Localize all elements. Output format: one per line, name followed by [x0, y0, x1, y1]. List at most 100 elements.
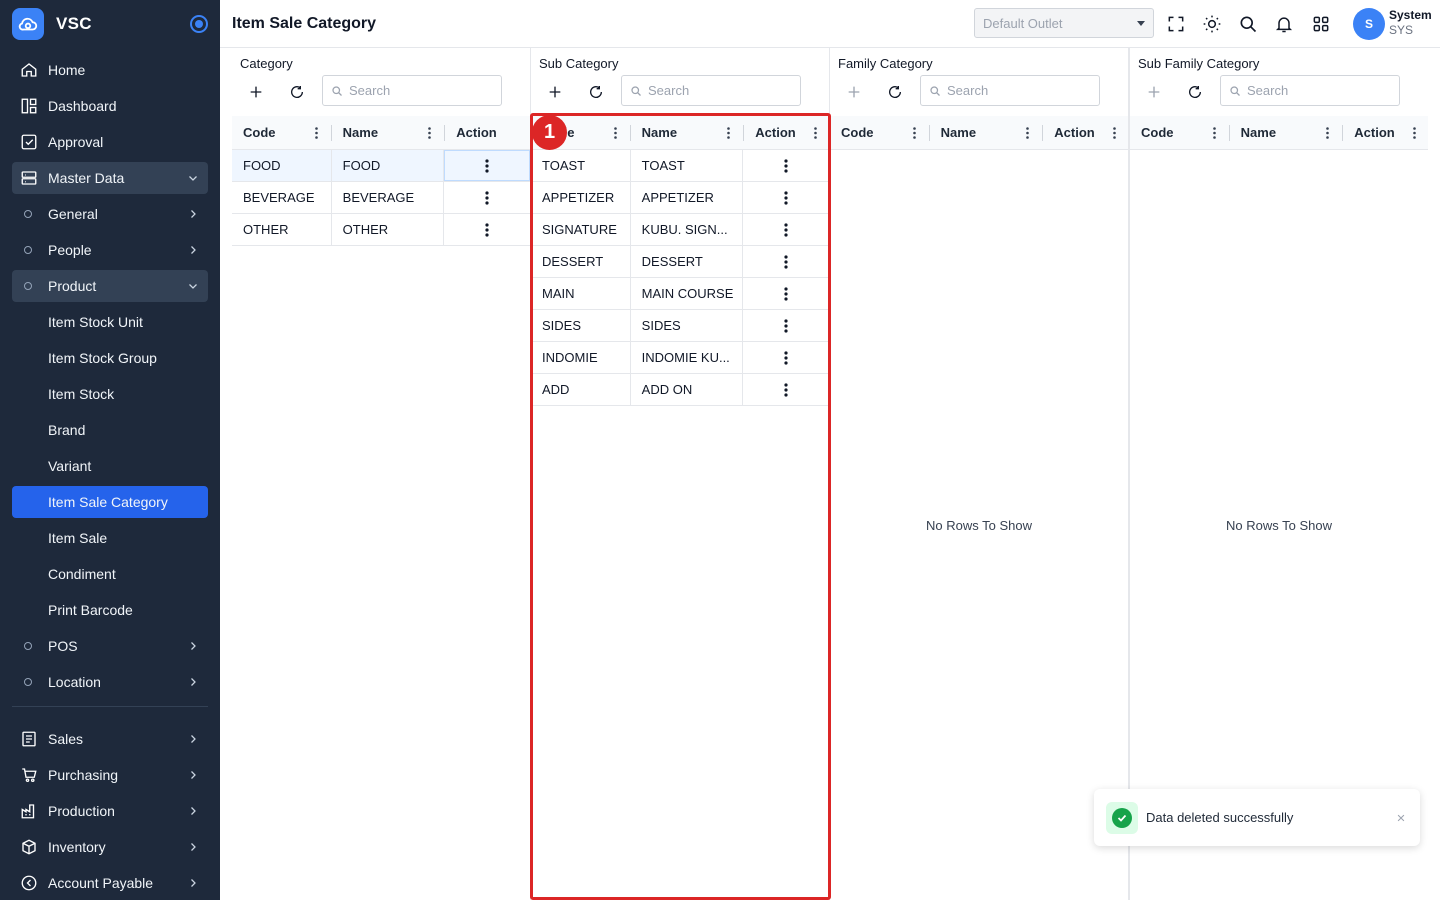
- bell-icon[interactable]: [1272, 12, 1296, 36]
- row-actions-button[interactable]: [743, 182, 829, 213]
- column-header-name[interactable]: Name: [930, 116, 1044, 149]
- column-menu-icon[interactable]: [814, 127, 817, 139]
- row-actions-button[interactable]: [743, 150, 829, 181]
- add-icon[interactable]: [543, 80, 567, 104]
- column-menu-icon[interactable]: [1212, 127, 1216, 139]
- column-menu-icon[interactable]: [1413, 127, 1416, 139]
- column-menu-icon[interactable]: [912, 127, 916, 139]
- search-input[interactable]: Search: [1220, 75, 1400, 106]
- column-header-action[interactable]: Action: [445, 116, 530, 149]
- row-actions-button[interactable]: [743, 342, 829, 373]
- row-actions-button[interactable]: [444, 150, 530, 181]
- column-menu-icon[interactable]: [314, 127, 318, 139]
- add-icon[interactable]: [1142, 80, 1166, 104]
- sidebar-toggle-icon[interactable]: [190, 15, 208, 33]
- table-row[interactable]: SIGNATURE KUBU. SIGN...: [531, 214, 829, 246]
- row-actions-button[interactable]: [743, 214, 829, 245]
- column-menu-icon[interactable]: [428, 127, 432, 139]
- kebab-menu-icon: [485, 190, 489, 205]
- sidebar-item-approval[interactable]: Approval: [12, 126, 208, 158]
- add-icon[interactable]: [842, 80, 866, 104]
- sidebar-item-account-payable[interactable]: Account Payable: [12, 867, 208, 899]
- column-header-code[interactable]: Code: [1130, 116, 1230, 149]
- row-actions-button[interactable]: [743, 278, 829, 309]
- apps-grid-icon[interactable]: [1309, 12, 1333, 36]
- refresh-icon[interactable]: [285, 80, 309, 104]
- sidebar-item-item-sale-category[interactable]: Item Sale Category: [12, 486, 208, 518]
- fullscreen-icon[interactable]: [1164, 12, 1188, 36]
- sidebar-item-home[interactable]: Home: [12, 54, 208, 86]
- table-row[interactable]: APPETIZER APPETIZER: [531, 182, 829, 214]
- column-header-code[interactable]: Code: [232, 116, 332, 149]
- search-input[interactable]: Search: [920, 75, 1100, 106]
- sidebar-item-item-sale[interactable]: Item Sale: [12, 522, 208, 554]
- table-row[interactable]: ADD ADD ON: [531, 374, 829, 406]
- search-input[interactable]: Search: [322, 75, 502, 106]
- column-header-name[interactable]: Name: [631, 116, 745, 149]
- sidebar-item-item-stock-unit[interactable]: Item Stock Unit: [12, 306, 208, 338]
- sidebar-item-sales[interactable]: Sales: [12, 723, 208, 755]
- sidebar-item-production[interactable]: Production: [12, 795, 208, 827]
- column-menu-icon[interactable]: [1113, 127, 1116, 139]
- table-row[interactable]: MAIN MAIN COURSE: [531, 278, 829, 310]
- column-menu-icon[interactable]: [1026, 127, 1030, 139]
- column-header-action[interactable]: Action: [744, 116, 829, 149]
- sidebar-item-item-stock-group[interactable]: Item Stock Group: [12, 342, 208, 374]
- refresh-icon[interactable]: [584, 80, 608, 104]
- search-placeholder: Search: [349, 83, 391, 98]
- theme-sun-icon[interactable]: [1200, 12, 1224, 36]
- table-row[interactable]: OTHER OTHER: [232, 214, 530, 246]
- table-row[interactable]: INDOMIE INDOMIE KU...: [531, 342, 829, 374]
- sidebar-item-people[interactable]: People: [12, 234, 208, 266]
- refresh-icon[interactable]: [883, 80, 907, 104]
- sidebar-item-general[interactable]: General: [12, 198, 208, 230]
- table-row[interactable]: FOOD FOOD: [232, 150, 530, 182]
- close-icon[interactable]: [1394, 811, 1408, 825]
- avatar[interactable]: S: [1353, 8, 1385, 40]
- column-header-code[interactable]: Code: [830, 116, 930, 149]
- user-info[interactable]: System SYS: [1389, 8, 1432, 38]
- row-actions-button[interactable]: [743, 374, 829, 405]
- circle-bullet-icon: [24, 210, 32, 218]
- column-menu-icon[interactable]: [1326, 127, 1330, 139]
- sidebar-item-variant[interactable]: Variant: [12, 450, 208, 482]
- column-label: Code: [841, 125, 874, 140]
- sidebar-item-pos[interactable]: POS: [12, 630, 208, 662]
- sidebar-item-purchasing[interactable]: Purchasing: [12, 759, 208, 791]
- sidebar-item-product[interactable]: Product: [12, 270, 208, 302]
- column-header-action[interactable]: Action: [1043, 116, 1128, 149]
- kebab-menu-icon: [784, 158, 788, 173]
- sidebar-item-dashboard[interactable]: Dashboard: [12, 90, 208, 122]
- add-icon[interactable]: [244, 80, 268, 104]
- sidebar-item-inventory[interactable]: Inventory: [12, 831, 208, 863]
- column-label: Name: [940, 125, 977, 140]
- refresh-icon[interactable]: [1183, 80, 1207, 104]
- sidebar-item-print-barcode[interactable]: Print Barcode: [12, 594, 208, 626]
- column-header-name[interactable]: Name: [1230, 116, 1344, 149]
- table-row[interactable]: TOAST TOAST: [531, 150, 829, 182]
- column-header-name[interactable]: Name: [332, 116, 446, 149]
- column-header-action[interactable]: Action: [1343, 116, 1428, 149]
- sidebar-item-condiment[interactable]: Condiment: [12, 558, 208, 590]
- sidebar-item-item-stock[interactable]: Item Stock: [12, 378, 208, 410]
- code-cell: FOOD: [232, 150, 332, 181]
- column-menu-icon[interactable]: [727, 127, 731, 139]
- table-row[interactable]: BEVERAGE BEVERAGE: [232, 182, 530, 214]
- dashboard-icon: [20, 97, 38, 115]
- table-row[interactable]: SIDES SIDES: [531, 310, 829, 342]
- row-actions-button[interactable]: [444, 182, 530, 213]
- row-actions-button[interactable]: [444, 214, 530, 245]
- sidebar-item-brand[interactable]: Brand: [12, 414, 208, 446]
- row-actions-button[interactable]: [743, 310, 829, 341]
- row-actions-button[interactable]: [743, 246, 829, 277]
- search-input[interactable]: Search: [621, 75, 801, 106]
- sidebar-item-master-data[interactable]: Master Data: [12, 162, 208, 194]
- search-icon[interactable]: [1236, 12, 1260, 36]
- sidebar-item-label: Inventory: [48, 839, 106, 855]
- chevron-right-icon: [186, 207, 200, 221]
- sidebar-item-location[interactable]: Location: [12, 666, 208, 698]
- code-cell: SIGNATURE: [531, 214, 631, 245]
- table-row[interactable]: DESSERT DESSERT: [531, 246, 829, 278]
- outlet-select[interactable]: Default Outlet: [974, 8, 1154, 38]
- column-menu-icon[interactable]: [613, 127, 617, 139]
